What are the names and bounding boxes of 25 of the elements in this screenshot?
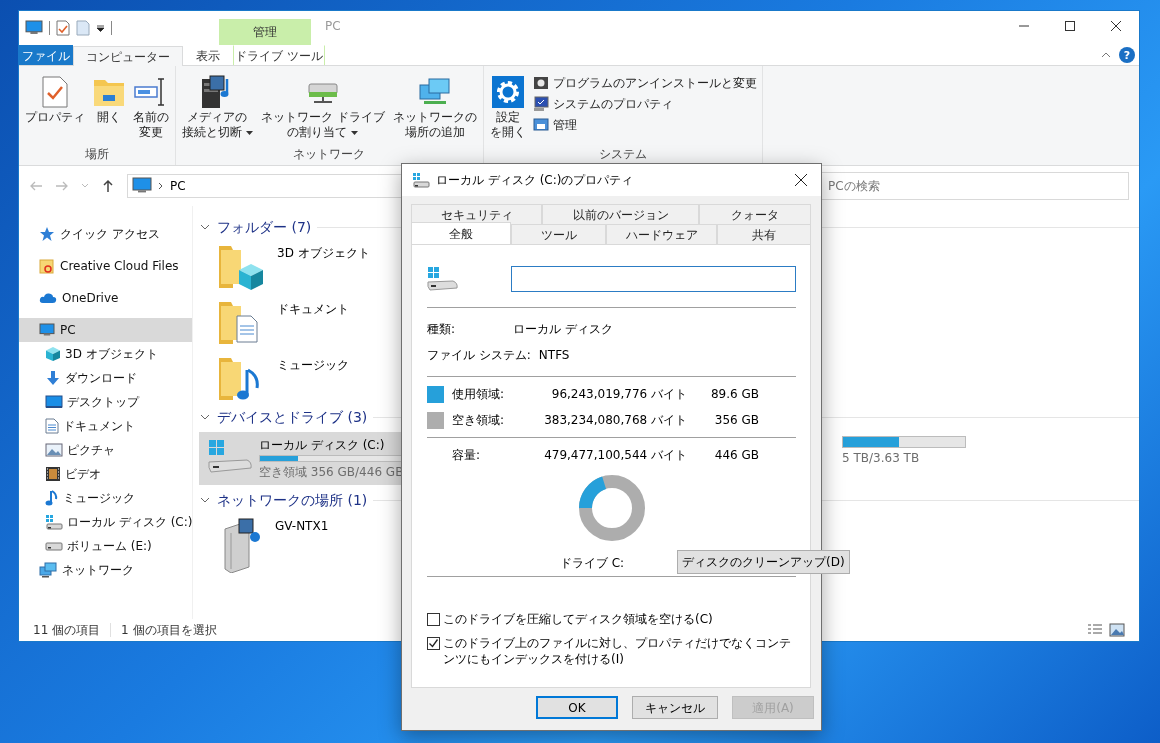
address-text: PC <box>170 178 186 195</box>
byte-count: 96,243,019,776 バイト <box>550 386 687 403</box>
status-text: 11 個の項目 <box>33 622 101 639</box>
size-text: 89.6 GB <box>709 386 759 403</box>
usage-label: 空き領域: <box>452 412 506 429</box>
window-title: PC <box>325 18 341 35</box>
byte-count: 479,477,100,544 バイト <box>543 447 687 464</box>
byte-count: 383,234,080,768 バイト <box>543 412 687 429</box>
context-tab-header: 管理 <box>219 19 311 45</box>
usage-label: 使用領域: <box>452 386 506 403</box>
field-label: ファイル システム: <box>427 347 532 364</box>
free-space-text: 5 TB/3.63 TB <box>842 450 921 467</box>
size-text: 446 GB <box>713 447 759 464</box>
status-text: 1 個の項目を選択 <box>121 622 217 639</box>
capacity-label: 容量: <box>452 447 482 464</box>
group-label: ネットワーク <box>292 146 367 163</box>
group-label: システム <box>597 146 648 163</box>
dialog-title: ローカル ディスク (C:)のプロパティ <box>436 172 634 189</box>
field-value: ローカル ディスク <box>513 321 613 338</box>
drive-label: ドライブ C: <box>559 555 625 572</box>
field-label: 種類: <box>427 321 457 338</box>
group-label: 場所 <box>84 146 110 163</box>
field-value: NTFS <box>538 347 570 364</box>
size-text: 356 GB <box>713 412 759 429</box>
item-name: ローカル ディスク (C:) <box>259 437 386 454</box>
